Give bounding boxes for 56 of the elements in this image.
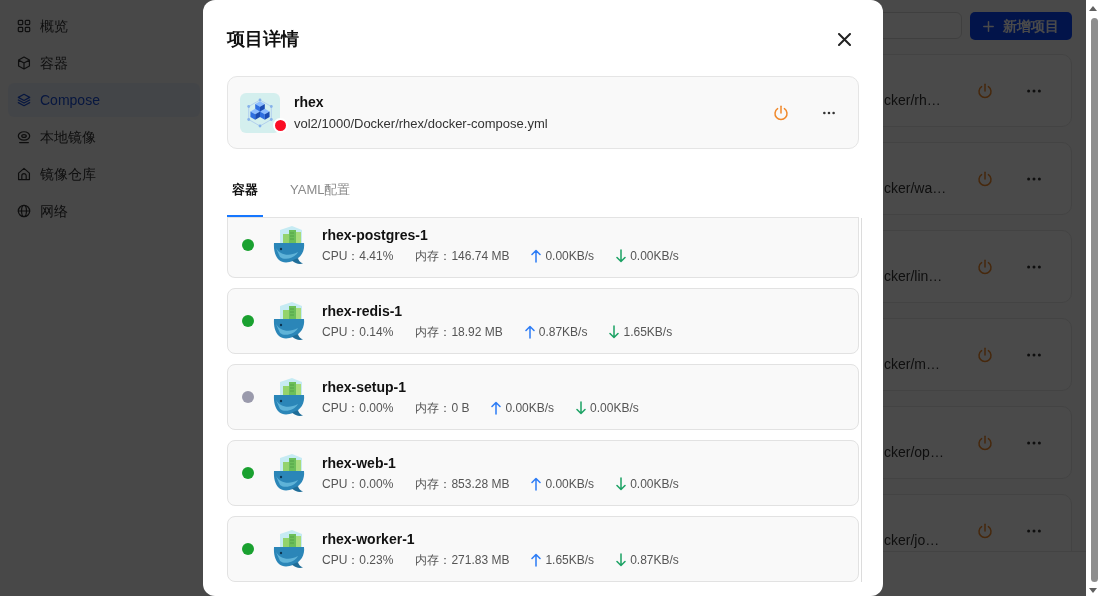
project-path: cker/wa… xyxy=(884,179,948,198)
cpu-usage: CPU：0.14% xyxy=(322,324,394,341)
cpu-usage: CPU：0.23% xyxy=(322,552,394,569)
memory-usage: 内存：0 B xyxy=(415,400,470,417)
project-name: rhex xyxy=(294,92,325,112)
project-path: cker/lin… xyxy=(884,267,944,286)
upload-speed: 0.00KB/s xyxy=(545,247,595,265)
whale-icon xyxy=(271,453,307,493)
arrow-up-icon xyxy=(524,325,535,339)
whale-icon xyxy=(271,224,307,265)
container-name: rhex-redis-1 xyxy=(322,302,404,321)
memory-usage: 内存：18.92 MB xyxy=(415,324,503,341)
project-path: vol2/1000/Docker/rhex/docker-compose.yml xyxy=(294,114,549,133)
project-path: cker/m… xyxy=(884,355,941,374)
close-icon[interactable] xyxy=(838,32,851,46)
scrollbar-thumb[interactable] xyxy=(1090,18,1098,582)
memory-usage: 内存：146.74 MB xyxy=(415,247,510,265)
cpu-usage: CPU：4.41% xyxy=(322,247,394,265)
download-speed: 0.00KB/s xyxy=(590,400,639,417)
container-name: rhex-web-1 xyxy=(322,454,397,473)
download-speed: 0.00KB/s xyxy=(630,476,679,493)
memory-usage: 内存：853.28 MB xyxy=(415,476,510,493)
upload-speed: 1.65KB/s xyxy=(545,552,595,569)
cpu-usage: CPU：0.00% xyxy=(322,476,394,493)
download-speed: 0.87KB/s xyxy=(630,552,679,569)
cubes-icon xyxy=(240,92,280,133)
whale-icon xyxy=(271,301,307,341)
arrow-up-icon xyxy=(531,553,542,567)
upload-speed: 0.00KB/s xyxy=(505,400,555,417)
more-icon[interactable] xyxy=(823,110,835,115)
whale-icon xyxy=(271,377,307,417)
scroll-down-icon[interactable] xyxy=(1089,588,1097,593)
container-name: rhex-postgres-1 xyxy=(322,225,429,245)
download-speed: 1.65KB/s xyxy=(623,324,673,341)
arrow-down-icon xyxy=(616,248,627,263)
cpu-usage: CPU：0.00% xyxy=(322,400,394,417)
project-path: cker/jo… xyxy=(884,531,941,550)
project-path: cker/rh… xyxy=(884,91,942,110)
upload-speed: 0.87KB/s xyxy=(538,324,588,341)
arrow-up-icon xyxy=(531,477,542,491)
arrow-down-icon xyxy=(616,553,627,567)
arrow-down-icon xyxy=(616,477,627,491)
dialog-title: 项目详情 xyxy=(227,28,299,51)
container-name: rhex-worker-1 xyxy=(322,530,416,549)
container-name: rhex-setup-1 xyxy=(322,378,408,397)
upload-speed: 0.00KB/s xyxy=(545,476,595,493)
tab[interactable]: YAML配置 xyxy=(285,169,356,217)
scroll-up-icon[interactable] xyxy=(1089,6,1097,11)
whale-icon xyxy=(271,529,307,569)
download-speed: 0.00KB/s xyxy=(630,247,679,265)
project-path: cker/op… xyxy=(884,443,945,462)
arrow-up-icon xyxy=(531,248,542,263)
arrow-up-icon xyxy=(491,401,502,415)
arrow-down-icon xyxy=(576,401,587,415)
arrow-down-icon xyxy=(609,325,620,339)
memory-usage: 内存：271.83 MB xyxy=(415,552,510,569)
